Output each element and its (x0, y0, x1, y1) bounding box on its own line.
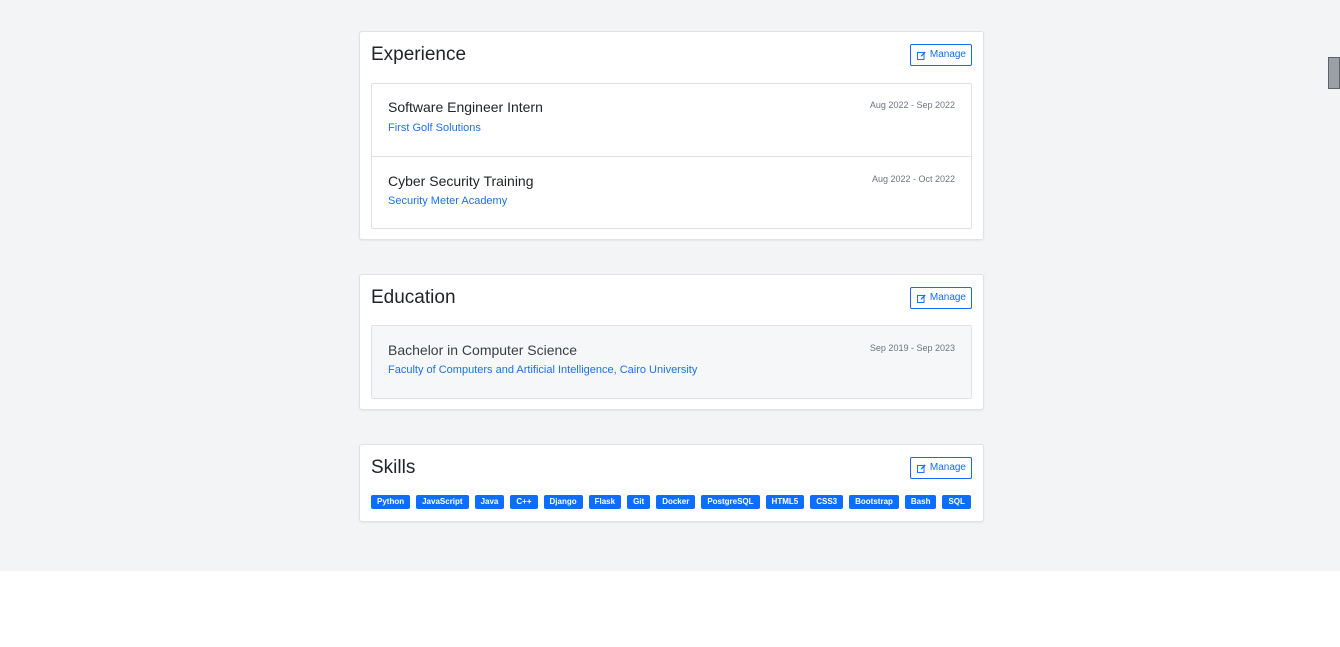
education-item: Bachelor in Computer Science Faculty of … (372, 326, 971, 398)
education-item-org-link[interactable]: Faculty of Computers and Artificial Inte… (388, 364, 697, 377)
skill-badge: C++ (510, 495, 538, 509)
skill-badge: SQL (942, 495, 971, 509)
experience-manage-button[interactable]: Manage (909, 44, 972, 66)
skills-card: Skills Manage Python JavaScript Java C++… (359, 444, 984, 522)
skill-badge: HTML5 (765, 495, 805, 509)
experience-item-org-link[interactable]: First Golf Solutions (388, 122, 481, 135)
experience-item-title: Software Engineer Intern (388, 99, 543, 115)
education-item-dates: Sep 2019 - Sep 2023 (869, 343, 955, 353)
skills-title: Skills (371, 457, 416, 478)
skills-list: Python JavaScript Java C++ Django Flask … (371, 495, 972, 509)
experience-item-org-link[interactable]: Security Meter Academy (388, 195, 507, 208)
education-title: Education (371, 287, 456, 308)
skills-manage-button[interactable]: Manage (909, 457, 972, 479)
experience-item-dates: Aug 2022 - Sep 2022 (869, 100, 955, 110)
education-item-title: Bachelor in Computer Science (388, 342, 578, 358)
skill-badge: Bash (904, 495, 937, 509)
skill-badge: PostgreSQL (701, 495, 760, 509)
skill-badge: Git (627, 495, 651, 509)
skill-badge: Python (371, 495, 411, 509)
skill-badge: Bootstrap (849, 495, 899, 509)
experience-title: Experience (371, 44, 467, 65)
skill-badge: Docker (656, 495, 696, 509)
skill-badge: Java (474, 495, 505, 509)
manage-label: Manage (929, 292, 966, 303)
skill-badge: JavaScript (416, 495, 469, 509)
experience-item: Cyber Security Training Security Meter A… (372, 156, 971, 228)
experience-item-dates: Aug 2022 - Oct 2022 (871, 174, 955, 184)
experience-item: Software Engineer Intern First Golf Solu… (372, 84, 971, 156)
experience-card: Experience Manage Software Engineer Inte… (359, 31, 984, 240)
education-list: Bachelor in Computer Science Faculty of … (371, 325, 972, 399)
manage-label: Manage (929, 462, 966, 473)
edit-icon (916, 464, 926, 473)
education-card: Education Manage Bachelor in Computer Sc… (359, 274, 984, 410)
manage-label: Manage (929, 49, 966, 60)
skill-badge: Flask (588, 495, 622, 509)
experience-list: Software Engineer Intern First Golf Solu… (371, 83, 972, 229)
edit-icon (916, 294, 926, 303)
experience-item-title: Cyber Security Training (388, 173, 534, 189)
skill-badge: CSS3 (810, 495, 844, 509)
edit-icon (916, 51, 926, 60)
skill-badge: Django (543, 495, 583, 509)
side-widget-handle[interactable] (1328, 57, 1340, 89)
education-manage-button[interactable]: Manage (909, 287, 972, 309)
